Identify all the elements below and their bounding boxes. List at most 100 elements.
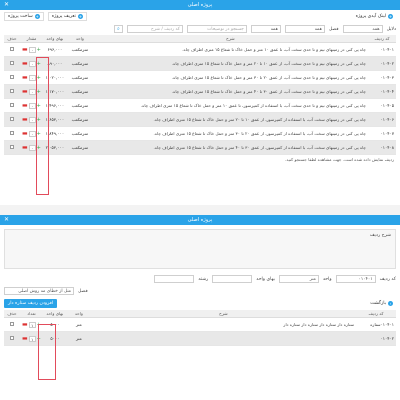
footer-note: ردیف نمایش داده شده است. جهت مشاهده لطفا… bbox=[285, 157, 394, 162]
group-filter-select[interactable]: همه bbox=[250, 25, 281, 33]
delete-checkbox[interactable] bbox=[10, 336, 14, 340]
window-title: پروژه اصلی bbox=[187, 2, 213, 8]
row-code: ۰۱۰۴۰۴ bbox=[368, 84, 396, 99]
plus-icon: + bbox=[34, 14, 40, 19]
new-project-label: ساخت پروژه bbox=[8, 14, 33, 19]
row-delete-cell bbox=[4, 140, 20, 155]
minus-icon[interactable]: ▬ bbox=[22, 322, 28, 328]
minus-icon[interactable]: ▬ bbox=[22, 145, 28, 151]
minus-icon[interactable]: ▬ bbox=[22, 131, 28, 137]
minus-icon[interactable]: ▬ bbox=[22, 47, 28, 53]
season-filter-label: فصل bbox=[328, 26, 339, 32]
row-unit: مترمکعب bbox=[66, 112, 93, 127]
minus-icon[interactable]: ▬ bbox=[22, 61, 28, 67]
minus-icon[interactable]: ▬ bbox=[22, 336, 28, 342]
table-row: ۰۱۰۴۰۵ چاه پی کنی در زمینهای نیم و تا حدی… bbox=[4, 98, 396, 113]
name-search-input[interactable]: کد ردیف / شرح bbox=[126, 25, 183, 33]
col-unit: واحد bbox=[66, 35, 93, 43]
delete-checkbox[interactable] bbox=[10, 322, 14, 326]
quantity-input[interactable]: ۰ bbox=[28, 88, 36, 95]
table2-wrap: کد ردیف شرح واحد بهای واحد تعداد حذف ۰۱۰… bbox=[0, 310, 400, 346]
row-unit: مترمکعب bbox=[66, 84, 93, 99]
row-delete-cell bbox=[4, 126, 20, 141]
code-field[interactable]: ۰۱۰۴۰۱ bbox=[335, 275, 376, 283]
table-row: ۰۱۰۴۰۲ چاه پی کنی در زمینهای نیم و تا حدی… bbox=[4, 56, 396, 71]
description-panel: شرح ردیف bbox=[4, 229, 396, 269]
col-code: کد ردیف bbox=[356, 310, 396, 318]
row-price: ۶۹۶,۰۰۰ bbox=[42, 42, 67, 57]
close-icon[interactable]: ✕ bbox=[4, 1, 9, 8]
add-starred-item-button[interactable]: افزودن ردیف ستاره دار bbox=[4, 299, 58, 308]
new-item-button[interactable]: + تعریف پروژه bbox=[47, 12, 87, 21]
chapter-field[interactable] bbox=[154, 275, 195, 283]
row-desc: چاه پی کنی در زمینهای نیم و تا حدی سخت آ… bbox=[92, 42, 368, 57]
delete-checkbox[interactable] bbox=[10, 131, 14, 135]
quantity-stepper: +۰ ▬ bbox=[22, 46, 41, 53]
products-link-button[interactable]: + لینک آیدی پروژه bbox=[353, 13, 396, 20]
quantity-input[interactable]: ۰ bbox=[28, 60, 36, 67]
season-label: فصل bbox=[78, 288, 88, 294]
quantity-input[interactable]: ۰ bbox=[28, 144, 36, 151]
quantity-input[interactable]: ۰ bbox=[28, 130, 36, 137]
back-button[interactable]: › بازگشت bbox=[367, 300, 396, 307]
quantity-input[interactable]: ۰ bbox=[28, 74, 36, 81]
col-desc: شرح bbox=[90, 310, 356, 318]
delete-checkbox[interactable] bbox=[10, 145, 14, 149]
table-row: ۰۱۰۴۰۲ متر ۵۰۰۰ +۱ ▬ bbox=[4, 331, 396, 346]
col-delete: حذف bbox=[4, 310, 20, 318]
window-titlebar: ✕ پروژه اصلی bbox=[0, 215, 400, 225]
row-delete-cell bbox=[4, 70, 20, 85]
table-header-row: کد ردیف شرح واحد بهای واحد مقدار حذف bbox=[4, 35, 396, 43]
minus-icon[interactable]: ▬ bbox=[22, 89, 28, 95]
code-filter-label: دلایل bbox=[386, 26, 396, 32]
search-button[interactable]: ⌕ bbox=[113, 25, 123, 33]
close-icon[interactable]: ✕ bbox=[4, 216, 9, 223]
minus-icon[interactable]: ▬ bbox=[22, 117, 28, 123]
row-code: ۰۱۰۴۰۶ bbox=[368, 112, 396, 127]
row-code: ۰۱۰۴۰۳ bbox=[368, 70, 396, 85]
description-search-input[interactable]: جستجو در توضیحات bbox=[186, 25, 247, 33]
quantity-input[interactable]: ۰ bbox=[28, 102, 36, 109]
code-filter-select[interactable]: همه bbox=[342, 25, 383, 33]
project-window-bottom: ✕ پروژه اصلی شرح ردیف کد ردیف ۰۱۰۴۰۱ واح… bbox=[0, 215, 400, 400]
delete-checkbox[interactable] bbox=[10, 89, 14, 93]
season-field[interactable]: مثل از خطای مه روش اصلی bbox=[4, 287, 74, 295]
plus-icon: + bbox=[388, 14, 393, 19]
quantity-input[interactable]: ۱ bbox=[28, 335, 36, 342]
row-desc: ستاره دار ستاره دار ستاره دار ستاره دار bbox=[90, 317, 356, 332]
quantity-input[interactable]: ۱ bbox=[28, 321, 36, 328]
description-textarea[interactable] bbox=[9, 233, 365, 265]
row-delete-cell bbox=[4, 98, 20, 113]
back-label: بازگشت bbox=[370, 301, 386, 306]
col-unit: واحد bbox=[66, 310, 91, 318]
quantity-input[interactable]: ۰ bbox=[28, 46, 36, 53]
season-filter-select[interactable]: همه bbox=[284, 25, 325, 33]
delete-column-highlight bbox=[38, 324, 56, 380]
quantity-input[interactable]: ۰ bbox=[28, 116, 36, 123]
delete-checkbox[interactable] bbox=[10, 75, 14, 79]
delete-checkbox[interactable] bbox=[10, 103, 14, 107]
items-table: کد ردیف شرح واحد بهای واحد مقدار حذف ۰۱۰… bbox=[4, 35, 396, 155]
delete-checkbox[interactable] bbox=[10, 117, 14, 121]
row-unit: مترمکعب bbox=[66, 126, 93, 141]
new-project-button[interactable]: + ساخت پروژه bbox=[4, 12, 44, 21]
description-label: شرح ردیف bbox=[369, 233, 391, 238]
minus-icon[interactable]: ▬ bbox=[22, 103, 28, 109]
products-link-label: لینک آیدی پروژه bbox=[355, 14, 386, 19]
filter-row: دلایل همه فصل همه همه جستجو در توضیحات ک… bbox=[0, 23, 400, 35]
row-delete-cell bbox=[4, 317, 20, 332]
plus-icon[interactable]: + bbox=[37, 47, 41, 53]
delete-checkbox[interactable] bbox=[10, 47, 14, 51]
minus-icon[interactable]: ▬ bbox=[22, 75, 28, 81]
col-qty: تعداد bbox=[20, 310, 43, 318]
table-row: ۰۱۰۴۰۴ چاه پی کنی در زمینهای نیم و تا حدی… bbox=[4, 84, 396, 99]
col-code: کد ردیف bbox=[368, 35, 396, 43]
row-delete-cell bbox=[4, 56, 20, 71]
col-price: بهای واحد bbox=[42, 310, 67, 318]
delete-checkbox[interactable] bbox=[10, 61, 14, 65]
row-unit: مترمکعب bbox=[66, 98, 93, 113]
unit-field[interactable]: متر bbox=[278, 275, 319, 283]
price-field[interactable] bbox=[212, 275, 253, 283]
row-desc bbox=[90, 331, 356, 346]
row-unit: مترمکعب bbox=[66, 56, 93, 71]
